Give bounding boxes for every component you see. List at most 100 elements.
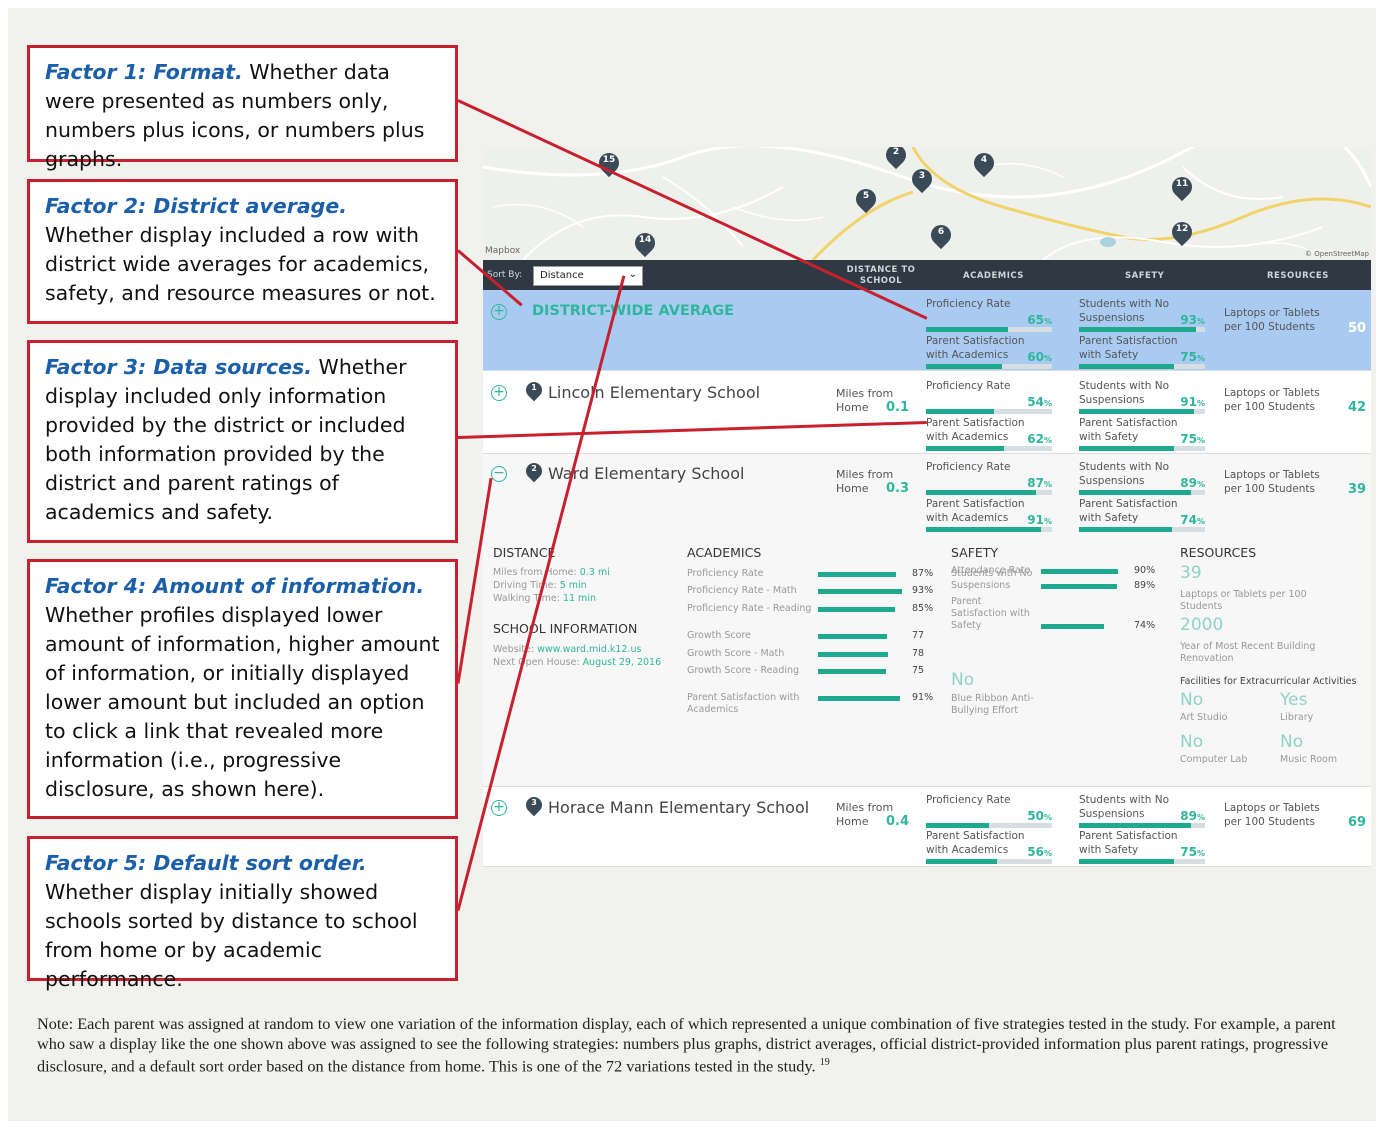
metric-label: Students with No Suspensions (1079, 380, 1170, 406)
detail-metric-bar (818, 572, 896, 577)
metric-label: Parent Satisfaction with Safety (1079, 417, 1178, 443)
metric-bar-fill (926, 527, 1041, 532)
metric-parent-sat-safety: Parent Satisfaction with Safety 74% (1079, 497, 1205, 535)
website-line: Website: www.ward.mid.k12.us (493, 644, 642, 655)
resource-value: 69 (1348, 815, 1367, 830)
map-pin[interactable]: 2 (881, 147, 911, 171)
factor-1-title: Factor 1: Format. (45, 60, 243, 84)
metric-value: 75% (1180, 432, 1205, 446)
metric-value: 62% (1027, 432, 1052, 446)
metric-parent-sat-safety: Parent Satisfaction with Safety 75% (1079, 416, 1205, 454)
metric-label: Parent Satisfaction with Academics (926, 498, 1025, 524)
detail-metric-label: Proficiency Rate (687, 568, 764, 579)
metric-proficiency: Proficiency Rate 87% (926, 460, 1052, 498)
metric-value: 89% (1180, 809, 1205, 823)
metric-value: 65% (1027, 313, 1052, 327)
metric-label: Proficiency Rate (926, 794, 1011, 806)
map-pin[interactable]: 14 (630, 228, 660, 259)
factor-2-text: Whether display included a row with dist… (45, 223, 436, 305)
map-pin[interactable]: 3 (907, 164, 937, 195)
metric-bar-fill (1079, 490, 1192, 495)
col-resources[interactable]: RESOURCES (1267, 271, 1329, 281)
factor-1-box: Factor 1: Format. Whether data were pres… (27, 45, 458, 171)
metric-label: Students with No Suspensions (1079, 298, 1170, 324)
map-pin[interactable]: 6 (926, 220, 956, 251)
detail-metric-value: 91% (912, 692, 934, 703)
sort-select[interactable]: Distance ⌄ (533, 266, 643, 286)
factor-4-box: Factor 4: Amount of information. Whether… (27, 559, 458, 819)
facility-label: Music Room (1280, 754, 1338, 765)
metric-bar-fill (1079, 327, 1197, 332)
metric-bar-track (1079, 364, 1205, 369)
laptops-label: Laptops or Tablets per 100 Students (1180, 589, 1307, 612)
map-pin[interactable]: 5 (851, 184, 881, 215)
col-academics[interactable]: ACADEMICS (963, 271, 1024, 281)
facility-value: No (1280, 732, 1304, 752)
school-row-horace-mann[interactable]: + 3 Horace Mann Elementary School Miles … (483, 787, 1371, 867)
map[interactable]: 15 2 4 3 5 11 6 12 14 Mapbox © OpenStree… (483, 147, 1371, 260)
school-row-ward[interactable]: − 2 Ward Elementary School Miles from Ho… (483, 454, 1371, 536)
metric-bar-fill (926, 823, 989, 828)
detail-metric-bar (818, 652, 888, 657)
map-pin[interactable]: 11 (1167, 172, 1197, 203)
detail-metric-label: Parent Satisfaction with Safety (951, 596, 1030, 631)
col-safety[interactable]: SAFETY (1125, 271, 1164, 281)
distance-heading: DISTANCE (493, 545, 556, 560)
metric-bar-track (926, 859, 1052, 864)
safety-heading: SAFETY (951, 545, 999, 560)
ribbon-label: Blue Ribbon Anti-Bullying Effort (951, 693, 1034, 716)
metric-value: 50% (1027, 809, 1052, 823)
metric-label: Students with No Suspensions (1079, 461, 1170, 487)
detail-metric-value: 74% (1134, 620, 1156, 631)
factor-4-title: Factor 4: Amount of information. (45, 574, 425, 598)
facility-label: Art Studio (1180, 712, 1228, 723)
map-attribution: © OpenStreetMap (1305, 250, 1369, 258)
metric-label: Parent Satisfaction with Safety (1079, 830, 1178, 856)
metric-label: Proficiency Rate (926, 461, 1011, 473)
school-name[interactable]: Lincoln Elementary School (548, 383, 760, 402)
website-link[interactable]: www.ward.mid.k12.us (537, 644, 641, 655)
metric-label: Students with No Suspensions (1079, 794, 1170, 820)
metric-value: 56% (1027, 845, 1052, 859)
metric-bar-track (1079, 490, 1205, 495)
metric-no-suspensions: Students with No Suspensions 89% (1079, 793, 1205, 831)
map-pin[interactable]: 4 (969, 148, 999, 179)
factor-3-box: Factor 3: Data sources. Whether display … (27, 340, 458, 543)
school-row-lincoln[interactable]: + 1 Lincoln Elementary School Miles from… (483, 372, 1371, 454)
detail-metric-label: Growth Score - Math (687, 648, 785, 659)
expand-icon[interactable]: + (491, 385, 507, 401)
metric-value: 60% (1027, 350, 1052, 364)
detail-metric-label: Growth Score (687, 630, 752, 641)
expand-icon[interactable]: + (491, 304, 507, 320)
school-name[interactable]: Horace Mann Elementary School (548, 798, 809, 817)
district-average-title: DISTRICT-WIDE AVERAGE (532, 303, 735, 319)
renovation-label: Year of Most Recent Building Renovation (1180, 641, 1316, 664)
school-name[interactable]: Ward Elementary School (548, 464, 744, 483)
sort-select-value: Distance (540, 270, 584, 281)
metric-bar-track (1079, 527, 1205, 532)
metric-bar-fill (926, 409, 995, 414)
metric-parent-sat-academics: Parent Satisfaction with Academics 62% (926, 416, 1052, 454)
miles-value: 0.3 (886, 481, 910, 496)
metric-value: 75% (1180, 350, 1205, 364)
detail-metric-bar (818, 696, 900, 701)
metric-bar-fill (926, 490, 1036, 495)
metric-bar-track (1079, 327, 1205, 332)
map-pin[interactable]: 12 (1167, 217, 1197, 248)
resource-value: 39 (1348, 482, 1367, 497)
collapse-icon[interactable]: − (491, 466, 507, 482)
metric-proficiency: Proficiency Rate 54% (926, 379, 1052, 417)
metric-value: 74% (1180, 513, 1205, 527)
detail-metric-value: 90% (1134, 565, 1156, 576)
miles-line: Miles from Home: 0.3 mi (493, 567, 610, 578)
metric-proficiency: Proficiency Rate 65% (926, 297, 1052, 335)
ward-detail-panel: DISTANCE Miles from Home: 0.3 mi Driving… (483, 535, 1371, 787)
detail-metric-value: 93% (912, 585, 934, 596)
metric-parent-sat-academics: Parent Satisfaction with Academics 56% (926, 829, 1052, 867)
metric-bar-track (926, 490, 1052, 495)
miles-value: 0.4 (886, 814, 910, 829)
metric-value: 75% (1180, 845, 1205, 859)
detail-metric-bar (1041, 569, 1118, 574)
expand-icon[interactable]: + (491, 800, 507, 816)
metric-bar-track (926, 409, 1052, 414)
